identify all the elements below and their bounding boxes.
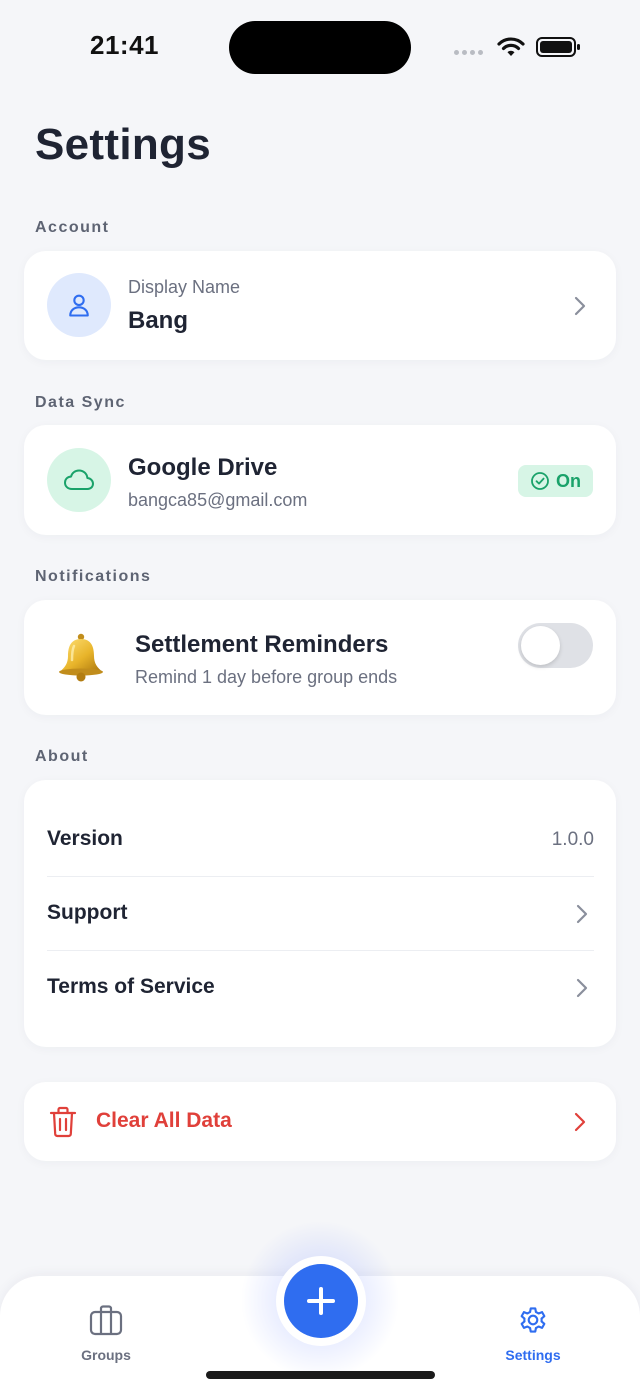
clear-all-data-label: Clear All Data bbox=[96, 1109, 232, 1132]
version-value: 1.0.0 bbox=[551, 829, 594, 850]
terms-of-service-label: Terms of Service bbox=[47, 975, 215, 998]
gear-icon bbox=[520, 1307, 546, 1333]
section-label-data-sync: Data Sync bbox=[35, 394, 126, 411]
section-label-about: About bbox=[35, 748, 89, 765]
display-name-label: Display Name bbox=[128, 277, 241, 297]
bell-icon bbox=[59, 633, 103, 682]
nav-item-groups[interactable]: Groups bbox=[51, 1304, 161, 1363]
google-drive-card[interactable]: Google Drive bangca85@gmail.com On bbox=[24, 425, 616, 535]
home-indicator bbox=[206, 1371, 435, 1379]
briefcase-icon bbox=[89, 1305, 123, 1336]
status-time: 21:41 bbox=[90, 30, 159, 60]
section-label-notifications: Notifications bbox=[35, 568, 152, 585]
chevron-right-icon bbox=[574, 1112, 586, 1132]
plus-icon bbox=[307, 1287, 335, 1315]
chevron-right-icon bbox=[574, 296, 586, 316]
cloud-avatar bbox=[47, 448, 111, 512]
wifi-icon bbox=[497, 37, 525, 56]
sync-status-badge: On bbox=[518, 465, 593, 497]
add-button[interactable] bbox=[276, 1256, 366, 1346]
cloud-icon bbox=[64, 469, 94, 490]
page-title: Settings bbox=[35, 120, 211, 169]
about-card: Version 1.0.0 Support Terms of Service bbox=[24, 780, 616, 1047]
section-label-account: Account bbox=[35, 219, 110, 236]
status-bar: 21:41 bbox=[0, 0, 640, 95]
terms-of-service-row[interactable]: Terms of Service bbox=[47, 951, 594, 1025]
settlement-reminders-card: Settlement Reminders Remind 1 day before… bbox=[24, 600, 616, 715]
nav-item-settings[interactable]: Settings bbox=[478, 1304, 588, 1363]
battery-icon bbox=[536, 37, 580, 57]
display-name-value: Bang bbox=[128, 307, 188, 334]
reminder-title: Settlement Reminders bbox=[135, 631, 389, 658]
version-row: Version 1.0.0 bbox=[47, 803, 594, 877]
display-name-card[interactable]: Display Name Bang bbox=[24, 251, 616, 360]
clear-all-data-button[interactable]: Clear All Data bbox=[24, 1082, 616, 1161]
add-button-inner bbox=[284, 1264, 358, 1338]
settlement-reminders-toggle[interactable] bbox=[518, 623, 593, 668]
user-icon bbox=[69, 294, 89, 317]
chevron-right-icon bbox=[576, 978, 588, 998]
toggle-knob bbox=[521, 626, 560, 665]
cellular-signal-icon bbox=[454, 50, 483, 55]
support-label: Support bbox=[47, 901, 128, 924]
sync-account-email: bangca85@gmail.com bbox=[128, 490, 308, 510]
sync-provider-name: Google Drive bbox=[128, 454, 278, 481]
sync-status-text: On bbox=[556, 470, 581, 491]
nav-label-groups: Groups bbox=[81, 1347, 131, 1363]
check-circle-icon bbox=[531, 472, 549, 490]
nav-label-settings: Settings bbox=[505, 1347, 561, 1363]
chevron-right-icon bbox=[576, 904, 588, 924]
trash-icon bbox=[49, 1106, 77, 1138]
support-row[interactable]: Support bbox=[47, 877, 594, 951]
reminder-subtitle: Remind 1 day before group ends bbox=[135, 667, 398, 687]
version-label: Version bbox=[47, 827, 123, 850]
dynamic-island bbox=[229, 21, 411, 74]
avatar bbox=[47, 273, 111, 337]
